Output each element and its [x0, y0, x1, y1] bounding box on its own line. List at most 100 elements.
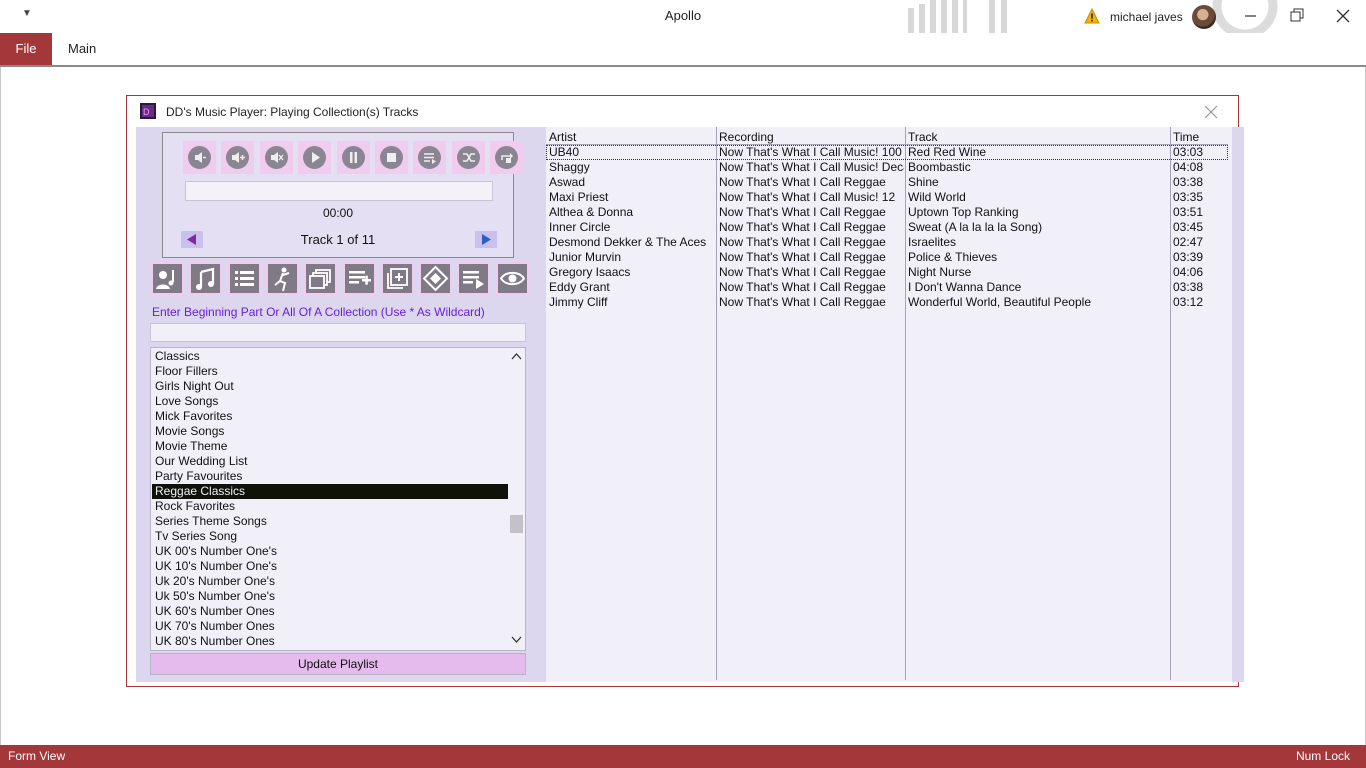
eye-button[interactable] [495, 262, 529, 295]
play-button[interactable] [298, 141, 332, 174]
stop-button[interactable] [375, 141, 408, 174]
recording-cell: Now That's What I Call Music! 100 [719, 145, 902, 159]
playlist-button[interactable] [413, 141, 447, 174]
music-note-button[interactable] [189, 262, 223, 295]
collection-item[interactable]: Uk 50's Number One's [152, 589, 508, 604]
list-scrollbar[interactable] [508, 348, 525, 650]
collection-item[interactable]: UK 60's Number Ones [152, 604, 508, 619]
dance-button[interactable] [265, 262, 299, 295]
play-list-button[interactable] [457, 262, 491, 295]
collection-item[interactable]: Our Wedding List [152, 454, 508, 469]
collection-item[interactable]: Girls Night Out [152, 379, 508, 394]
track-cell: I Don't Wanna Dance [908, 280, 1022, 294]
table-row[interactable]: Aswad Now That's What I Call Reggae Shine 0… [546, 175, 1228, 190]
table-row[interactable]: Gregory Isaacs Now That's What I Call Reg… [546, 265, 1228, 280]
collection-item[interactable]: UK 10's Number One's [152, 559, 508, 574]
track-cell: Wild World [908, 190, 966, 204]
table-row[interactable]: Maxi Priest Now That's What I Call Music!… [546, 190, 1228, 205]
collection-item[interactable]: UK 00's Number One's [152, 544, 508, 559]
diamond-button[interactable] [419, 262, 453, 295]
collection-item[interactable]: Party Favourites [152, 469, 508, 484]
warning-icon[interactable] [1084, 8, 1100, 24]
volume-up-button[interactable] [221, 141, 255, 174]
table-row[interactable]: Junior Murvin Now That's What I Call Regg… [546, 250, 1228, 265]
table-row[interactable]: Jimmy Cliff Now That's What I Call Reggae… [546, 295, 1228, 310]
collection-search-input[interactable] [150, 323, 526, 342]
pause-button[interactable] [336, 141, 370, 174]
music-player-dialog: D DD's Music Player: Playing Collection(… [126, 95, 1244, 687]
column-header-track[interactable]: Track [908, 130, 938, 144]
collection-item[interactable]: UK 80's Number Ones [152, 634, 508, 649]
status-numlock: Num Lock [1295, 749, 1350, 763]
time-cell: 03:03 [1173, 145, 1204, 159]
collection-item[interactable]: UK 70's Number Ones [152, 619, 508, 634]
user-name[interactable]: michael javes [1110, 10, 1183, 24]
artist-cell: UB40 [549, 145, 580, 159]
dialog-close-icon[interactable] [1202, 103, 1220, 121]
collection-item[interactable]: Love Songs [152, 394, 508, 409]
column-header-recording[interactable]: Recording [719, 130, 774, 144]
mute-button[interactable] [259, 141, 293, 174]
collection-item[interactable]: Movie Songs [152, 424, 508, 439]
collection-item[interactable]: Floor Fillers [152, 364, 508, 379]
list-button[interactable] [227, 262, 261, 295]
time-cell: 03:12 [1173, 295, 1204, 309]
main-tab[interactable]: Main [68, 33, 96, 65]
shuffle-button[interactable] [451, 141, 485, 174]
collection-item[interactable]: Tv Series Song [152, 529, 508, 544]
recording-cell: Now That's What I Call Reggae [719, 235, 886, 249]
collection-item[interactable]: Rock Favorites [152, 499, 508, 514]
volume-down-button[interactable] [183, 141, 216, 174]
diamond-icon [422, 265, 449, 292]
dialog-body: 00:00 Track 1 of 11 Enter Beginning Part… [136, 127, 1244, 682]
time-cell: 03:39 [1173, 250, 1204, 264]
minimize-icon[interactable] [1241, 6, 1261, 26]
add-to-list-button[interactable] [342, 262, 376, 295]
recording-cell: Now That's What I Call Reggae [719, 280, 886, 294]
column-header-artist[interactable]: Artist [549, 130, 576, 144]
progress-bar[interactable] [185, 181, 493, 201]
file-tab[interactable]: File [0, 33, 52, 65]
playlist-icon [424, 153, 437, 164]
update-playlist-button[interactable]: Update Playlist [150, 653, 526, 675]
scroll-down-icon[interactable] [511, 636, 522, 644]
player-panel: 00:00 Track 1 of 11 [162, 132, 524, 258]
avatar[interactable] [1192, 5, 1216, 29]
collections-button[interactable] [304, 262, 338, 295]
repeat-button[interactable] [490, 141, 524, 174]
artist-button[interactable] [151, 262, 184, 295]
table-row[interactable]: Eddy Grant Now That's What I Call Reggae I… [546, 280, 1228, 295]
scroll-up-icon[interactable] [511, 352, 522, 360]
recording-cell: Now That's What I Call Music! 12 [719, 190, 896, 204]
svg-text:D: D [143, 107, 150, 117]
artist-cell: Eddy Grant [549, 280, 610, 294]
table-row[interactable]: UB40 Now That's What I Call Music! 100 Red… [546, 145, 1228, 160]
track-cell: Uptown Top Ranking [908, 205, 1019, 219]
dialog-title: DD's Music Player: Playing Collection(s)… [166, 105, 419, 119]
collection-list[interactable]: Classics Floor Fillers Girls Night Out Love… [150, 347, 526, 651]
collection-item[interactable]: Movie Theme [152, 439, 508, 454]
next-track-icon[interactable] [475, 231, 497, 248]
collection-item[interactable]: Classics [152, 349, 508, 364]
restore-icon[interactable] [1287, 6, 1307, 26]
mute-icon [270, 152, 284, 163]
list-icon [234, 271, 254, 286]
track-table: Artist Recording Track Time UB40 Now That… [546, 127, 1244, 682]
time-cell: 04:06 [1173, 265, 1204, 279]
recording-cell: Now That's What I Call Reggae [719, 205, 886, 219]
collection-item[interactable]: Uk 20's Number One's [152, 574, 508, 589]
collection-item[interactable]: Reggae Classics [152, 484, 508, 499]
time-cell: 03:51 [1173, 205, 1204, 219]
add-box-button[interactable] [380, 262, 414, 295]
table-row[interactable]: Shaggy Now That's What I Call Music! Deca… [546, 160, 1228, 175]
table-row[interactable]: Desmond Dekker & The Aces Now That's What… [546, 235, 1228, 250]
column-header-time[interactable]: Time [1173, 130, 1199, 144]
time-cell: 03:38 [1173, 280, 1204, 294]
collection-item[interactable]: Series Theme Songs [152, 514, 508, 529]
scroll-thumb[interactable] [510, 515, 523, 533]
table-row[interactable]: Althea & Donna Now That's What I Call Reg… [546, 205, 1228, 220]
table-row[interactable]: Inner Circle Now That's What I Call Regga… [546, 220, 1228, 235]
artist-cell: Desmond Dekker & The Aces [549, 235, 707, 249]
close-icon[interactable] [1333, 6, 1353, 26]
collection-item[interactable]: Mick Favorites [152, 409, 508, 424]
